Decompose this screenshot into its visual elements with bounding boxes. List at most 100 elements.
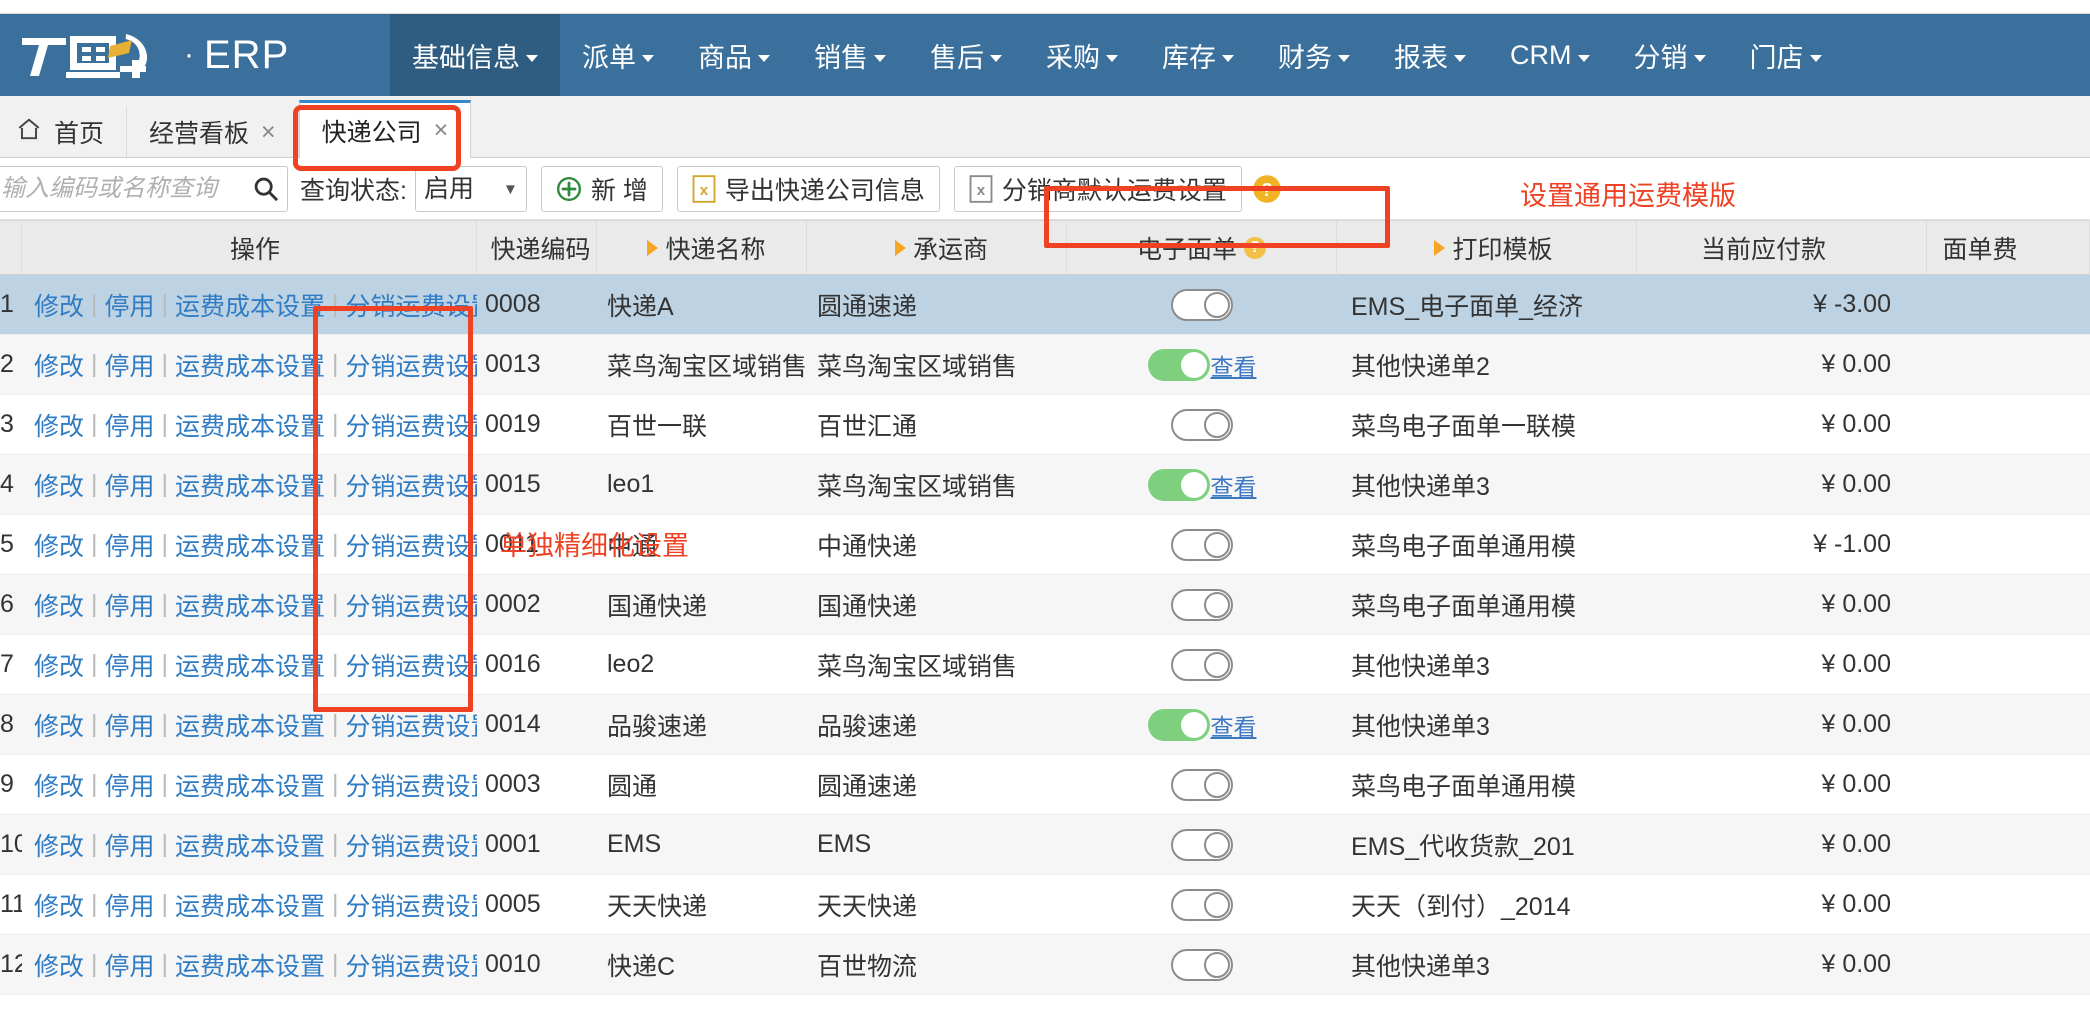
- nav-item-12[interactable]: 门店: [1728, 14, 1844, 96]
- nav-item-2[interactable]: 派单: [560, 14, 676, 96]
- column-header-fee[interactable]: 面单费: [1927, 220, 2090, 275]
- distributor-shipping-fee-link[interactable]: 分销运费设置: [346, 347, 477, 383]
- table-row[interactable]: 4修改|停用|运费成本设置|分销运费设置0015leo1菜鸟淘宝区域销售查看其他…: [0, 455, 2090, 515]
- distributor-shipping-fee-link[interactable]: 分销运费设置: [346, 287, 477, 323]
- tab-close-icon[interactable]: ×: [434, 116, 449, 145]
- edit-link[interactable]: 修改: [34, 827, 84, 863]
- electronic-waybill-toggle[interactable]: [1147, 348, 1210, 381]
- nav-item-1[interactable]: 基础信息: [390, 14, 560, 96]
- disable-link[interactable]: 停用: [105, 407, 155, 443]
- nav-item-4[interactable]: 销售: [792, 14, 908, 96]
- table-row[interactable]: 12修改|停用|运费成本设置|分销运费设置0010快递C百世物流其他快递单3¥ …: [0, 935, 2090, 995]
- shipping-cost-setting-link[interactable]: 运费成本设置: [175, 887, 325, 923]
- electronic-waybill-toggle[interactable]: [1171, 588, 1233, 621]
- shipping-cost-setting-link[interactable]: 运费成本设置: [175, 947, 325, 983]
- view-waybill-link[interactable]: 查看: [1211, 708, 1257, 742]
- table-row[interactable]: 6修改|停用|运费成本设置|分销运费设置0002国通快递国通快递菜鸟电子面单通用…: [0, 575, 2090, 635]
- distributor-shipping-fee-link[interactable]: 分销运费设置: [346, 647, 477, 683]
- edit-link[interactable]: 修改: [34, 287, 84, 323]
- view-waybill-link[interactable]: 查看: [1211, 348, 1257, 382]
- table-row[interactable]: 11修改|停用|运费成本设置|分销运费设置0005天天快递天天快递天天（到付）_…: [0, 875, 2090, 935]
- nav-item-3[interactable]: 商品: [676, 14, 792, 96]
- disable-link[interactable]: 停用: [105, 527, 155, 563]
- disable-link[interactable]: 停用: [105, 827, 155, 863]
- distributor-shipping-fee-link[interactable]: 分销运费设置: [346, 407, 477, 443]
- edit-link[interactable]: 修改: [34, 647, 84, 683]
- shipping-cost-setting-link[interactable]: 运费成本设置: [175, 767, 325, 803]
- distributor-default-shipping-fee-button[interactable]: x 分销商默认运费设置: [953, 165, 1242, 212]
- edit-link[interactable]: 修改: [34, 947, 84, 983]
- tab-close-icon[interactable]: ×: [261, 118, 276, 147]
- edit-link[interactable]: 修改: [34, 467, 84, 503]
- edit-link[interactable]: 修改: [34, 347, 84, 383]
- distributor-shipping-fee-link[interactable]: 分销运费设置: [346, 887, 477, 923]
- disable-link[interactable]: 停用: [105, 647, 155, 683]
- help-question-icon[interactable]: ?: [1244, 236, 1266, 259]
- shipping-cost-setting-link[interactable]: 运费成本设置: [175, 827, 325, 863]
- view-waybill-link[interactable]: 查看: [1211, 468, 1257, 502]
- electronic-waybill-toggle[interactable]: [1171, 828, 1233, 861]
- column-header-name[interactable]: 快递名称: [597, 220, 807, 275]
- column-header-code[interactable]: 快递编码: [477, 220, 597, 275]
- edit-link[interactable]: 修改: [34, 407, 84, 443]
- disable-link[interactable]: 停用: [105, 767, 155, 803]
- table-row[interactable]: 7修改|停用|运费成本设置|分销运费设置0016leo2菜鸟淘宝区域销售其他快递…: [0, 635, 2090, 695]
- column-header-ops[interactable]: 操作: [22, 220, 477, 275]
- disable-link[interactable]: 停用: [105, 347, 155, 383]
- edit-link[interactable]: 修改: [34, 527, 84, 563]
- shipping-cost-setting-link[interactable]: 运费成本设置: [175, 587, 325, 623]
- column-header-ebill[interactable]: 电子面单?: [1067, 220, 1337, 275]
- column-header-due[interactable]: 当前应付款: [1637, 220, 1927, 275]
- distributor-shipping-fee-link[interactable]: 分销运费设置: [346, 587, 477, 623]
- edit-link[interactable]: 修改: [34, 887, 84, 923]
- nav-item-10[interactable]: CRM: [1488, 14, 1612, 96]
- distributor-shipping-fee-link[interactable]: 分销运费设置: [346, 467, 477, 503]
- distributor-shipping-fee-link[interactable]: 分销运费设置: [346, 767, 477, 803]
- table-row[interactable]: 9修改|停用|运费成本设置|分销运费设置0003圆通圆通速递菜鸟电子面单通用模¥…: [0, 755, 2090, 815]
- shipping-cost-setting-link[interactable]: 运费成本设置: [175, 287, 325, 323]
- distributor-shipping-fee-link[interactable]: 分销运费设置: [346, 707, 477, 743]
- tab-3[interactable]: 快递公司 ×: [298, 100, 472, 158]
- disable-link[interactable]: 停用: [105, 287, 155, 323]
- disable-link[interactable]: 停用: [105, 587, 155, 623]
- edit-link[interactable]: 修改: [34, 767, 84, 803]
- column-header-carrier[interactable]: 承运商: [807, 220, 1067, 275]
- add-button[interactable]: 新 增: [540, 165, 663, 212]
- shipping-cost-setting-link[interactable]: 运费成本设置: [175, 407, 325, 443]
- distributor-shipping-fee-link[interactable]: 分销运费设置: [346, 827, 477, 863]
- nav-item-8[interactable]: 财务: [1256, 14, 1372, 96]
- electronic-waybill-toggle[interactable]: [1171, 888, 1233, 921]
- nav-item-5[interactable]: 售后: [908, 14, 1024, 96]
- shipping-cost-setting-link[interactable]: 运费成本设置: [175, 467, 325, 503]
- nav-item-7[interactable]: 库存: [1140, 14, 1256, 96]
- disable-link[interactable]: 停用: [105, 947, 155, 983]
- edit-link[interactable]: 修改: [34, 707, 84, 743]
- table-row[interactable]: 10修改|停用|运费成本设置|分销运费设置0001EMSEMSEMS_代收货款_…: [0, 815, 2090, 875]
- shipping-cost-setting-link[interactable]: 运费成本设置: [175, 647, 325, 683]
- brand-logo[interactable]: · ERP: [0, 14, 390, 96]
- search-icon[interactable]: [252, 175, 280, 203]
- tab-1[interactable]: 首页: [0, 107, 128, 157]
- electronic-waybill-toggle[interactable]: [1171, 768, 1233, 801]
- shipping-cost-setting-link[interactable]: 运费成本设置: [175, 347, 325, 383]
- table-row[interactable]: 2修改|停用|运费成本设置|分销运费设置0013菜鸟淘宝区域销售菜鸟淘宝区域销售…: [0, 335, 2090, 395]
- table-row[interactable]: 1修改|停用|运费成本设置|分销运费设置0008快递A圆通速递EMS_电子面单_…: [0, 275, 2090, 335]
- nav-item-6[interactable]: 采购: [1024, 14, 1140, 96]
- electronic-waybill-toggle[interactable]: [1171, 408, 1233, 441]
- disable-link[interactable]: 停用: [105, 467, 155, 503]
- export-courier-info-button[interactable]: x 导出快递公司信息: [676, 165, 940, 212]
- electronic-waybill-toggle[interactable]: [1171, 288, 1233, 321]
- table-row[interactable]: 5修改|停用|运费成本设置|分销运费设置0011中通中通快递菜鸟电子面单通用模¥…: [0, 515, 2090, 575]
- nav-item-9[interactable]: 报表: [1372, 14, 1488, 96]
- electronic-waybill-toggle[interactable]: [1171, 528, 1233, 561]
- table-row[interactable]: 3修改|停用|运费成本设置|分销运费设置0019百世一联百世汇通菜鸟电子面单一联…: [0, 395, 2090, 455]
- help-question-icon[interactable]: ?: [1252, 174, 1282, 204]
- nav-item-11[interactable]: 分销: [1612, 14, 1728, 96]
- disable-link[interactable]: 停用: [105, 707, 155, 743]
- electronic-waybill-toggle[interactable]: [1147, 708, 1210, 741]
- column-header-num[interactable]: [0, 220, 22, 275]
- electronic-waybill-toggle[interactable]: [1171, 648, 1233, 681]
- tab-2[interactable]: 经营看板 ×: [127, 107, 299, 157]
- edit-link[interactable]: 修改: [34, 587, 84, 623]
- disable-link[interactable]: 停用: [105, 887, 155, 923]
